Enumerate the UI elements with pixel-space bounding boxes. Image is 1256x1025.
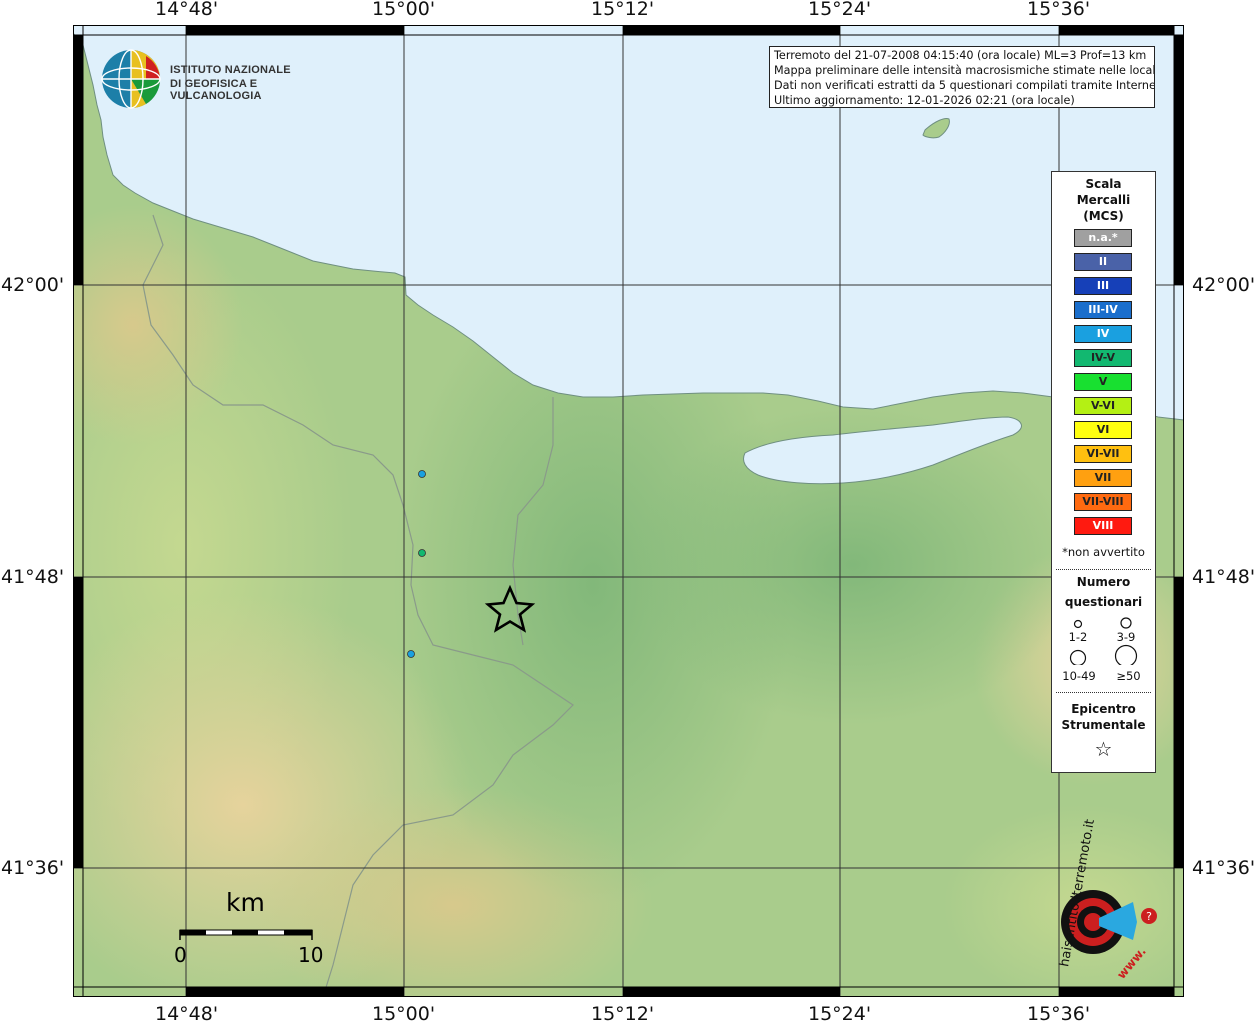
scale-bar: km 0 10: [170, 888, 330, 968]
right-tick-1: 42°00': [1192, 274, 1256, 296]
count-label-3: 10-49: [1062, 669, 1096, 683]
scale-end-label: 10: [298, 943, 324, 967]
right-tick-3: 41°36': [1192, 857, 1256, 879]
legend-separator-2: [1056, 692, 1151, 693]
bottom-tick-4: 15°24': [808, 1003, 872, 1025]
left-tick-2: 41°48': [1, 566, 65, 588]
bottom-tick-1: 14°48': [155, 1003, 219, 1025]
map-canvas[interactable]: [13, 24, 1223, 1025]
count-symbol-xlarge: [1114, 644, 1138, 665]
bottom-tick-3: 15°12': [591, 1003, 655, 1025]
target-logo-icon: ?: [1061, 890, 1157, 954]
event-info-line4: Ultimo aggiornamento: 12-01-2026 02:21 (…: [774, 94, 1075, 107]
ingv-name-line2: DI GEOFISICA E VULCANOLOGIA: [170, 78, 262, 102]
svg-text:?: ?: [1146, 910, 1152, 923]
legend-title-2: Mercalli: [1076, 193, 1131, 207]
intensity-swatch: VII-VIII: [1074, 493, 1132, 511]
ingv-globe-icon: [101, 49, 161, 109]
count-label-2: 3-9: [1116, 630, 1136, 644]
ingv-logo: ISTITUTO NAZIONALE DI GEOFISICA E VULCAN…: [100, 46, 340, 112]
legend-title-1: Scala: [1085, 177, 1122, 191]
top-tick-3: 15°12': [591, 0, 655, 20]
intensity-swatch: IV-V: [1074, 349, 1132, 367]
event-info-line3: Dati non verificati estratti da 5 questi…: [774, 79, 1155, 92]
scale-unit: km: [226, 888, 265, 917]
intensity-swatch: VI-VII: [1074, 445, 1132, 463]
top-tick-1: 14°48': [155, 0, 219, 20]
top-tick-5: 15°36': [1027, 0, 1091, 20]
top-tick-2: 15°00': [372, 0, 436, 20]
count-title-1: Numero: [1076, 575, 1131, 589]
map-area[interactable]: [13, 24, 1223, 1025]
top-tick-4: 15°24': [808, 0, 872, 20]
left-tick-1: 42°00': [1, 274, 65, 296]
haisentito-logo: ? haisentitoilterremoto.it www.: [1033, 818, 1163, 982]
legend-note: *non avvertito: [1062, 545, 1145, 559]
count-symbol-medium: [1120, 617, 1132, 629]
event-info-box: Terremoto del 21-07-2008 04:15:40 (ora l…: [769, 46, 1155, 108]
epicenter-title-2: Strumentale: [1061, 718, 1146, 732]
intensity-swatch: V-VI: [1074, 397, 1132, 415]
right-tick-2: 41°48': [1192, 566, 1256, 588]
legend-title-3: (MCS): [1083, 209, 1124, 223]
intensity-swatch: IV: [1074, 325, 1132, 343]
intensity-swatch: III-IV: [1074, 301, 1132, 319]
observation-point-2[interactable]: [418, 549, 426, 557]
count-title-2: questionari: [1064, 595, 1143, 609]
epicenter-title-1: Epicentro: [1071, 702, 1136, 716]
legend-separator-1: [1056, 569, 1151, 570]
bottom-tick-5: 15°36': [1027, 1003, 1091, 1025]
legend: Scala Mercalli (MCS) n.a.* II III III-IV IV I…: [1051, 171, 1156, 773]
count-label-1: 1-2: [1068, 630, 1088, 644]
event-info-line1: Terremoto del 21-07-2008 04:15:40 (ora l…: [774, 49, 1147, 62]
count-label-4: ≥50: [1116, 669, 1141, 683]
intensity-swatch: III: [1074, 277, 1132, 295]
left-tick-3: 41°36': [1, 857, 65, 879]
intensity-swatch: II: [1074, 253, 1132, 271]
count-symbol-small: [1073, 619, 1083, 629]
epicenter-legend-icon: ☆: [1094, 737, 1113, 761]
intensity-swatch: VII: [1074, 469, 1132, 487]
intensity-swatch: V: [1074, 373, 1132, 391]
bottom-tick-2: 15°00': [372, 1003, 436, 1025]
observation-point-1[interactable]: [418, 470, 426, 478]
ingv-name-line1: ISTITUTO NAZIONALE: [170, 64, 291, 76]
intensity-swatch: n.a.*: [1074, 229, 1132, 247]
count-symbol-large: [1069, 649, 1087, 665]
event-info-line2: Mappa preliminare delle intensità macros…: [774, 64, 1155, 77]
intensity-swatch: VI: [1074, 421, 1132, 439]
scale-start-label: 0: [174, 943, 187, 967]
intensity-swatch: VIII: [1074, 517, 1132, 535]
observation-point-3[interactable]: [407, 650, 415, 658]
